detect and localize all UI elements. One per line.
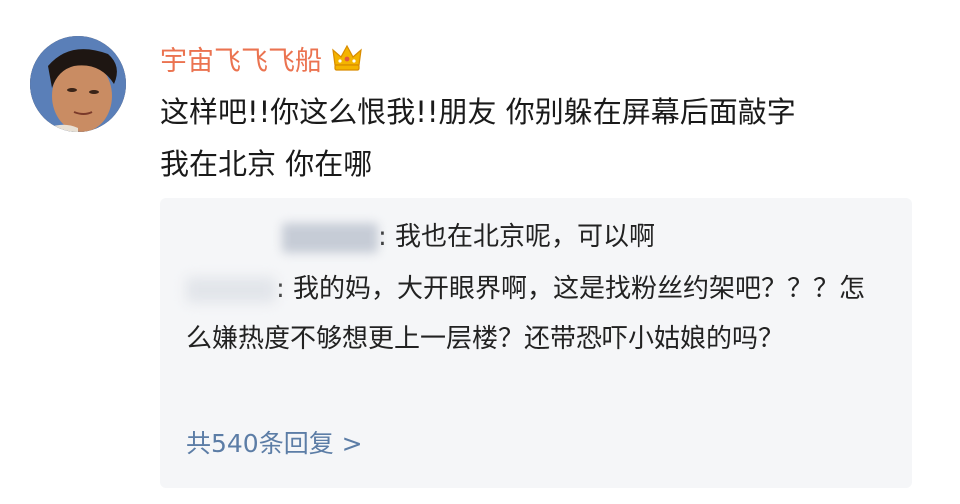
reply-text: 我的妈，大开眼界啊，这是找粉丝约架吧？？？怎么嫌热度不够想更上一层楼？还带恐吓小…	[186, 274, 866, 354]
redacted-author-blur	[186, 276, 276, 303]
avatar-portrait-image	[30, 36, 126, 132]
reply-colon: :	[378, 222, 387, 252]
reply-item: : 我也在北京呢，可以啊	[186, 212, 886, 262]
redacted-author-blur	[282, 222, 378, 253]
comment-text: 这样吧!!你这么恨我!!朋友 你别躲在屏幕后面敲字 我在北京 你在哪	[160, 95, 796, 181]
user-avatar[interactable]	[30, 36, 126, 132]
username-row: 宇宙飞飞飞船	[160, 38, 364, 78]
reply-colon: :	[276, 274, 285, 304]
replies-box: : 我也在北京呢，可以啊 : 我的妈，大开眼界啊，这是找粉丝约架吧？？？怎么嫌热…	[160, 198, 912, 488]
crown-icon	[330, 41, 364, 75]
reply-text: 我也在北京呢，可以啊	[386, 222, 656, 252]
username[interactable]: 宇宙飞飞飞船	[160, 39, 322, 78]
reply-item: : 我的妈，大开眼界啊，这是找粉丝约架吧？？？怎么嫌热度不够想更上一层楼？还带恐…	[186, 264, 886, 364]
view-all-replies-link[interactable]: 共540条回复 >	[186, 424, 363, 464]
